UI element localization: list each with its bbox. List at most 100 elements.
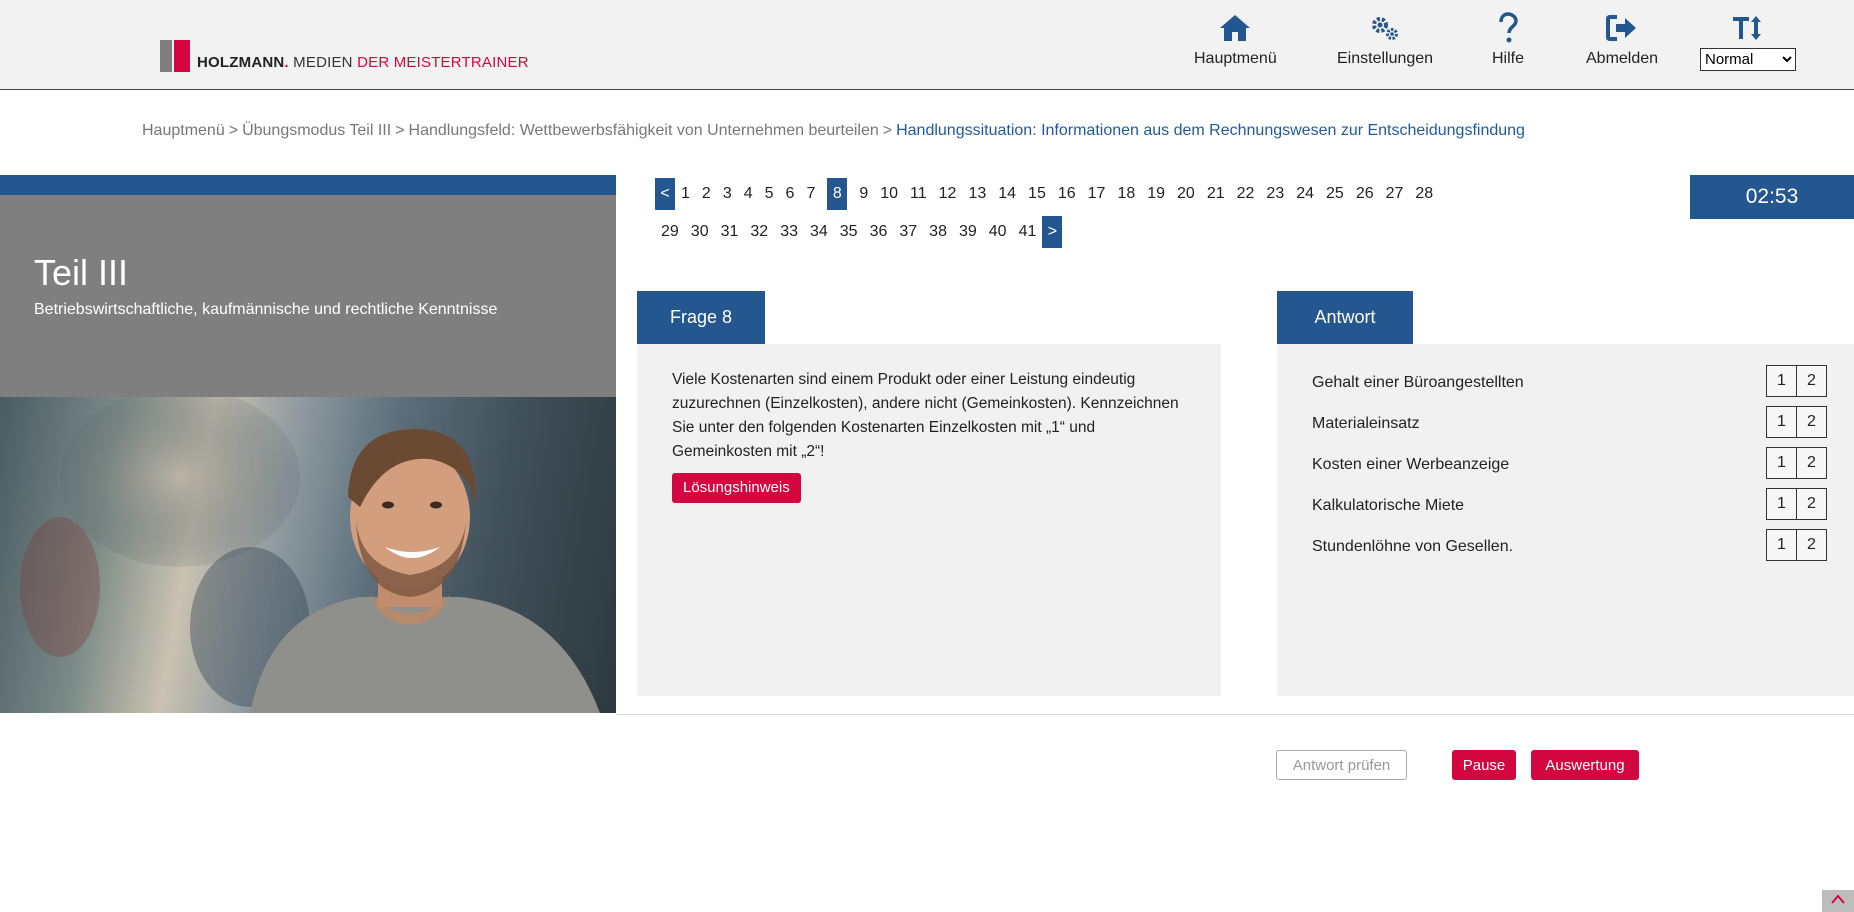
pagination-page-1[interactable]: 1 [675,178,696,210]
answer-row: Materialeinsatz 1 2 [1312,406,1827,440]
nav-logout-label: Abmelden [1586,50,1659,67]
left-accent-bar [0,175,616,195]
breadcrumb-separator: > [882,122,893,139]
home-icon [1218,10,1252,46]
pause-button[interactable]: Pause [1452,750,1516,780]
pagination-page-3[interactable]: 3 [717,178,738,210]
breadcrumb-item-field[interactable]: Handlungsfeld: Wettbewerbsfähigkeit von … [409,122,879,139]
pagination-page-2[interactable]: 2 [696,178,717,210]
pagination-page-9[interactable]: 9 [853,178,874,210]
pagination-page-32[interactable]: 32 [744,216,774,248]
pagination-prev-button[interactable]: < [655,178,675,210]
pagination-page-41[interactable]: 41 [1013,216,1043,248]
pagination-page-20[interactable]: 20 [1171,178,1201,210]
pagination-page-17[interactable]: 17 [1082,178,1112,210]
gears-icon [1368,10,1402,46]
nav-home[interactable]: Hauptmenü [1194,10,1277,68]
answer-options: 12 [1766,447,1827,479]
breadcrumb: Hauptmenü > Übungsmodus Teil III > Handlungs… [142,122,1525,140]
pagination-page-8[interactable]: 8 [827,178,848,210]
answer-row: Kalkulatorische Miete 1 2 [1312,488,1827,522]
pagination-page-4[interactable]: 4 [738,178,759,210]
answer-row: Kosten einer Werbeanzeige 1 2 [1312,447,1827,481]
pagination-page-28[interactable]: 28 [1409,178,1439,210]
question-tab: Frage 8 [637,291,765,344]
logo-media: MEDIEN [288,54,358,71]
answer-row: Stundenlöhne von Gesellen. 1 2 [1312,529,1827,563]
solution-hint-button[interactable]: Lösungshinweis [672,473,801,503]
pagination-page-30[interactable]: 30 [685,216,715,248]
breadcrumb-current: Handlungssituation: Informationen aus de… [896,122,1525,139]
pagination-page-26[interactable]: 26 [1350,178,1380,210]
nav-settings[interactable]: Einstellungen [1337,10,1433,68]
pagination-page-12[interactable]: 12 [933,178,963,210]
pagination-page-29[interactable]: 29 [655,216,685,248]
answer-row: Gehalt einer Büroangestellten 1 2 [1312,365,1827,399]
answer-options: 12 [1766,365,1827,397]
pagination-page-18[interactable]: 18 [1111,178,1141,210]
answer-options: 12 [1766,488,1827,520]
answer-option-2[interactable]: 2 [1796,529,1827,561]
nav-settings-label: Einstellungen [1337,50,1434,67]
font-size-select[interactable]: Normal [1700,48,1796,71]
answer-option-2[interactable]: 2 [1796,365,1827,397]
font-size-control: Normal [1700,10,1796,71]
breadcrumb-separator: > [395,122,405,139]
pagination-page-34[interactable]: 34 [804,216,834,248]
logo-mark-icon [160,40,190,72]
pagination-page-22[interactable]: 22 [1231,178,1261,210]
pagination-page-16[interactable]: 16 [1052,178,1082,210]
pagination-page-40[interactable]: 40 [983,216,1013,248]
pagination-page-10[interactable]: 10 [874,178,904,210]
app-header: HOLZMANN. MEDIEN DER MEISTERTRAINER Haup… [0,0,1854,90]
answer-option-2[interactable]: 2 [1796,406,1827,438]
nav-logout[interactable]: Abmelden [1586,10,1658,68]
holzmann-logo[interactable]: HOLZMANN. MEDIEN DER MEISTERTRAINER [160,40,529,72]
pagination-page-37[interactable]: 37 [893,216,923,248]
nav-help-label: Hilfe [1492,50,1525,67]
pagination-page-14[interactable]: 14 [992,178,1022,210]
answer-tab: Antwort [1277,291,1413,344]
logo-text: HOLZMANN. MEDIEN DER MEISTERTRAINER [197,54,529,72]
pagination-row-1: <1 2 3 4 5 6 7 8 9 10 11 12 13 14 15 16 17 18 19 20 21 22 23 24… [655,178,1495,210]
pagination-page-23[interactable]: 23 [1260,178,1290,210]
pagination-page-24[interactable]: 24 [1290,178,1320,210]
pagination-page-7[interactable]: 7 [800,178,821,210]
pagination-page-33[interactable]: 33 [774,216,804,248]
breadcrumb-separator: > [228,122,239,139]
pagination-next-button[interactable]: > [1042,216,1063,248]
answer-option-2[interactable]: 2 [1796,447,1827,479]
smiling-man-photo [0,397,616,713]
check-answer-button[interactable]: Antwort prüfen [1276,750,1407,780]
pagination-page-13[interactable]: 13 [962,178,992,210]
pagination-page-25[interactable]: 25 [1320,178,1350,210]
answer-option-1[interactable]: 1 [1766,365,1797,397]
breadcrumb-item-home[interactable]: Hauptmenü [142,122,225,139]
arrow-up-icon[interactable] [1822,890,1854,912]
answer-option-1[interactable]: 1 [1766,488,1797,520]
pagination-row-2: 29 30 31 32 33 34 35 36 37 38 39 40 41 > [655,216,1495,248]
pagination-page-11[interactable]: 11 [904,178,933,210]
pagination-page-35[interactable]: 35 [834,216,864,248]
pagination-page-27[interactable]: 27 [1380,178,1410,210]
evaluate-button[interactable]: Auswertung [1531,750,1639,780]
answer-label: Kalkulatorische Miete [1312,497,1465,514]
answer-option-1[interactable]: 1 [1766,447,1797,479]
logo-brand: HOLZMANN [197,54,285,71]
breadcrumb-item-mode[interactable]: Übungsmodus Teil III [242,122,391,139]
nav-help[interactable]: Hilfe [1492,10,1524,68]
pagination-page-15[interactable]: 15 [1022,178,1052,210]
pagination-page-5[interactable]: 5 [759,178,780,210]
pagination-page-38[interactable]: 38 [923,216,953,248]
pagination-page-6[interactable]: 6 [780,178,801,210]
answer-option-1[interactable]: 1 [1766,529,1797,561]
pagination-page-36[interactable]: 36 [864,216,894,248]
pagination-page-39[interactable]: 39 [953,216,983,248]
pagination-page-21[interactable]: 21 [1201,178,1231,210]
question-pagination: <1 2 3 4 5 6 7 8 9 10 11 12 13 14 15 16 17 18 19 20 21 22 23 24… [655,178,1495,254]
pagination-page-19[interactable]: 19 [1141,178,1171,210]
answer-options: 12 [1766,529,1827,561]
answer-option-2[interactable]: 2 [1796,488,1827,520]
pagination-page-31[interactable]: 31 [715,216,745,248]
answer-option-1[interactable]: 1 [1766,406,1797,438]
